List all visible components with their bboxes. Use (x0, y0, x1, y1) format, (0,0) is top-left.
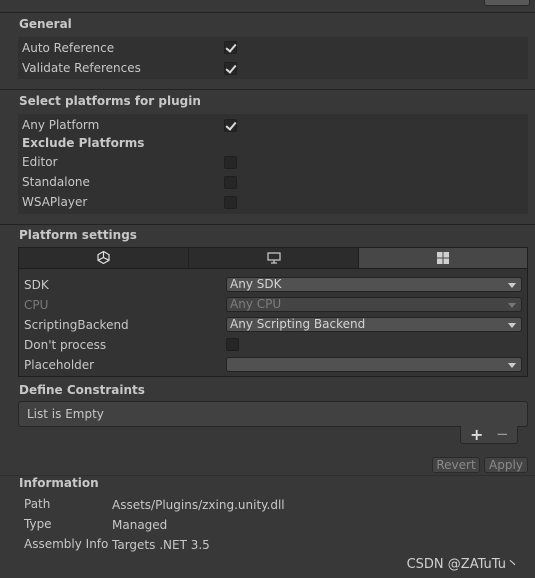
apply-button[interactable]: Apply (484, 457, 528, 473)
dont-process-checkbox[interactable] (226, 338, 239, 351)
exclude-standalone-label: Standalone (22, 175, 90, 189)
exclude-editor-label: Editor (22, 155, 58, 169)
info-assembly-key: Assembly Info (24, 537, 109, 551)
platform-tabs (18, 247, 528, 269)
info-path-key: Path (24, 497, 51, 511)
exclude-platforms-header: Exclude Platforms (22, 136, 145, 150)
dont-process-label: Don't process (24, 338, 107, 352)
info-assembly-value: Targets .NET 3.5 (112, 538, 210, 552)
tab-windows[interactable] (359, 248, 527, 268)
exclude-wsaplayer-checkbox[interactable] (224, 196, 237, 209)
scripting-backend-value: Any Scripting Backend (230, 317, 366, 331)
chevron-down-icon (508, 303, 516, 308)
any-platform-checkbox[interactable] (224, 119, 237, 132)
auto-reference-checkbox[interactable] (224, 41, 237, 54)
platforms-header: Select platforms for plugin (19, 94, 201, 108)
any-platform-label: Any Platform (22, 118, 100, 132)
windows-icon (437, 252, 449, 264)
placeholder-label: Placeholder (24, 358, 95, 372)
sdk-value: Any SDK (230, 277, 282, 291)
platform-settings-header: Platform settings (19, 228, 137, 242)
chevron-down-icon (508, 283, 516, 288)
remove-button[interactable]: − (496, 425, 509, 443)
information-header: Information (19, 476, 99, 490)
validate-references-checkbox[interactable] (224, 62, 237, 75)
info-type-key: Type (24, 517, 52, 531)
divider (0, 224, 535, 225)
scripting-backend-label: ScriptingBackend (24, 318, 129, 332)
validate-references-label: Validate References (22, 61, 141, 75)
top-toolbar-button[interactable] (484, 0, 530, 6)
placeholder-dropdown[interactable] (226, 357, 522, 372)
list-add-remove-bar: + − (460, 425, 518, 444)
revert-button[interactable]: Revert (432, 457, 480, 473)
auto-reference-label: Auto Reference (22, 41, 115, 55)
divider (0, 12, 535, 13)
exclude-standalone-checkbox[interactable] (224, 176, 237, 189)
monitor-icon (267, 252, 281, 264)
add-button[interactable]: + (470, 425, 483, 444)
sdk-label: SDK (24, 278, 49, 292)
general-header: General (19, 17, 72, 31)
unity-icon (97, 251, 110, 264)
exclude-wsaplayer-label: WSAPlayer (22, 195, 88, 209)
exclude-editor-checkbox[interactable] (224, 156, 237, 169)
info-path-value: Assets/Plugins/zxing.unity.dll (112, 498, 285, 512)
sdk-dropdown[interactable]: Any SDK (226, 277, 522, 292)
cpu-value: Any CPU (230, 297, 282, 311)
tab-standalone[interactable] (189, 248, 359, 268)
scripting-backend-dropdown[interactable]: Any Scripting Backend (226, 317, 522, 332)
tab-unity[interactable] (19, 248, 189, 268)
define-constraints-header: Define Constraints (19, 383, 145, 397)
info-type-value: Managed (112, 518, 168, 532)
cpu-label: CPU (24, 298, 49, 312)
watermark-text: CSDN @ZATuTu丶 (406, 557, 519, 572)
divider (0, 89, 535, 90)
cpu-dropdown: Any CPU (226, 297, 522, 312)
define-constraints-list: List is Empty (18, 401, 528, 427)
list-empty-text: List is Empty (27, 407, 104, 421)
chevron-down-icon (508, 323, 516, 328)
chevron-down-icon (508, 363, 516, 368)
